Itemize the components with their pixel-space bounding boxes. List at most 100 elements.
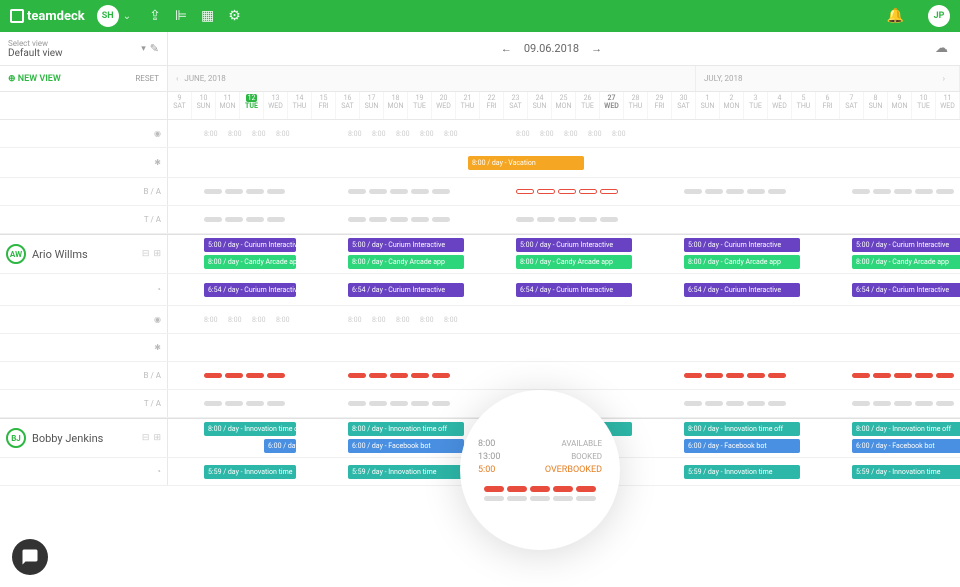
day-cell[interactable]: 6FRI [816, 92, 840, 119]
tooltip-booked-label: BOOKED [571, 452, 602, 462]
booking-bar[interactable]: 8:00 / day - Candy Arcade app [516, 255, 632, 269]
day-cell[interactable]: 7SAT [840, 92, 864, 119]
booking-bar[interactable]: 6:00 / day [264, 439, 296, 453]
chat-launcher-icon[interactable] [12, 539, 48, 575]
day-cell[interactable]: 14THU [288, 92, 312, 119]
expand-icon[interactable]: ⊞ [153, 249, 161, 259]
booking-bar[interactable]: 6:54 / day - Curium Interactive [348, 283, 464, 297]
day-cell[interactable]: 23SAT [504, 92, 528, 119]
expand-icon[interactable]: ⊞ [153, 433, 161, 443]
booking-bar[interactable]: 8:00 / day - Candy Arcade app [852, 255, 960, 269]
day-cell[interactable]: 17SUN [360, 92, 384, 119]
booking-bar[interactable]: 5:59 / day - Innovation time [852, 465, 960, 479]
month-next-icon[interactable]: › [943, 74, 945, 83]
day-cell[interactable]: 29FRI [648, 92, 672, 119]
booking-bar[interactable]: 8:00 / day - Innovation time off [348, 422, 464, 436]
person-avatar[interactable]: BJ [6, 428, 26, 448]
booking-bar[interactable]: 6:00 / day - Facebook bot [348, 439, 464, 453]
day-cell[interactable]: 5THU [792, 92, 816, 119]
booking-bar[interactable]: 6:54 / day - Curium Interactive [852, 283, 960, 297]
edit-view-icon[interactable]: ✎ [150, 42, 159, 55]
day-cell[interactable]: 11MON [216, 92, 240, 119]
booking-bar[interactable]: 6:54 / day - Curium Interactive [204, 283, 296, 297]
booking-bar[interactable]: 6:54 / day - Curium Interactive [684, 283, 800, 297]
current-date[interactable]: 09.06.2018 [524, 42, 579, 55]
export-icon[interactable]: ⇪ [149, 8, 161, 24]
booking-bar[interactable]: 5:59 / day - Innovation time [684, 465, 800, 479]
workspace-avatar[interactable]: SH [97, 5, 119, 27]
day-cell[interactable]: 28THU [624, 92, 648, 119]
vacation-bar[interactable]: 8:00 / day - Vacation [468, 156, 584, 170]
booking-bar[interactable]: 8:00 / day - Candy Arcade app [348, 255, 464, 269]
booking-bar[interactable]: 8:00 / day - Innovation time off [684, 422, 800, 436]
dropdown-icon[interactable]: ▾ [141, 44, 146, 54]
person-name[interactable]: Bobby Jenkins [32, 432, 103, 445]
booking-bar[interactable]: 5:59 / day - Innovation time [348, 465, 464, 479]
day-cell[interactable]: 3TUE [744, 92, 768, 119]
day-cell[interactable]: 10SUN [192, 92, 216, 119]
day-cell[interactable]: 9SAT [168, 92, 192, 119]
settings-icon[interactable]: ⚙ [228, 8, 241, 24]
booking-bar[interactable]: 6:54 / day - Curium Interactive [516, 283, 632, 297]
tooltip-overbooked-label: OVERBOOKED [545, 465, 602, 475]
booking-bar[interactable]: 5:00 / day - Curium Interactive [204, 238, 296, 252]
day-cell[interactable]: 19TUE [408, 92, 432, 119]
days-header: 9SAT10SUN11MON12TUE13WED14THU15FRI16SAT1… [0, 92, 960, 120]
day-cell[interactable]: 13WED [264, 92, 288, 119]
collapse-icon[interactable]: ⊟ [142, 249, 150, 259]
day-cell[interactable]: 26TUE [576, 92, 600, 119]
day-cell[interactable]: 27WED [600, 92, 624, 119]
view-selector[interactable]: Select view Default view ▾ ✎ [0, 32, 168, 66]
day-cell[interactable]: 8SUN [864, 92, 888, 119]
booking-bar[interactable]: 5:00 / day - Curium Interactive [852, 238, 960, 252]
download-icon[interactable]: ☁ [935, 41, 948, 56]
date-prev-icon[interactable]: ← [501, 42, 512, 55]
day-cell[interactable]: 30SAT [672, 92, 696, 119]
tooltip-overbooked-value: 5:00 [478, 465, 495, 475]
day-cell[interactable]: 24SUN [528, 92, 552, 119]
day-cell[interactable]: 18MON [384, 92, 408, 119]
person-avatar[interactable]: AW [6, 244, 26, 264]
person-row-ario: AW Ario Willms ⊟⊞ 5:00 / day - Curium In… [0, 234, 960, 274]
new-view-button[interactable]: ⊕ NEW VIEW [8, 74, 61, 84]
booking-bar[interactable]: 5:00 / day - Curium Interactive [684, 238, 800, 252]
day-cell[interactable]: 2MON [720, 92, 744, 119]
booking-bar[interactable]: 5:00 / day - Curium Interactive [348, 238, 464, 252]
day-cell[interactable]: 25MON [552, 92, 576, 119]
day-cell[interactable]: 11WED [936, 92, 960, 119]
user-avatar[interactable]: JP [928, 5, 950, 27]
chevron-down-icon[interactable]: ⌄ [123, 11, 131, 22]
day-cell[interactable]: 22FRI [480, 92, 504, 119]
top-nav-icons: ⇪ ⊫ ▦ ⚙ [149, 8, 241, 24]
day-cell[interactable]: 4WED [768, 92, 792, 119]
view-label: Select view [8, 39, 141, 48]
booking-bar[interactable]: 6:00 / day - Facebook bot [852, 439, 960, 453]
day-cell[interactable]: 16SAT [336, 92, 360, 119]
month-prev-icon[interactable]: ‹ [176, 74, 178, 83]
sub-bar: Select view Default view ▾ ✎ ← 09.06.201… [0, 32, 960, 66]
day-cell[interactable]: 1SUN [696, 92, 720, 119]
day-cell[interactable]: 9MON [888, 92, 912, 119]
view-value: Default view [8, 48, 141, 59]
booking-bar[interactable]: 5:00 / day - Curium Interactive [516, 238, 632, 252]
day-cell[interactable]: 21THU [456, 92, 480, 119]
booking-bar[interactable]: 8:00 / day - Candy Arcade app [684, 255, 800, 269]
booking-bar[interactable]: 8:00 / day - Innovation time off [204, 422, 296, 436]
day-cell[interactable]: 15FRI [312, 92, 336, 119]
day-cell[interactable]: 12TUE [240, 92, 264, 119]
reset-button[interactable]: RESET [135, 74, 159, 83]
date-next-icon[interactable]: → [591, 42, 602, 55]
booking-bar[interactable]: 8:00 / day - Innovation time off [852, 422, 960, 436]
day-cell[interactable]: 20WED [432, 92, 456, 119]
day-cell[interactable]: 10TUE [912, 92, 936, 119]
booking-bar[interactable]: 8:00 / day - Candy Arcade app [204, 255, 296, 269]
booking-bar[interactable]: 6:00 / day - Facebook bot [684, 439, 800, 453]
timeline-icon[interactable]: ⊫ [175, 8, 187, 24]
collapse-icon[interactable]: ⊟ [142, 433, 150, 443]
person-name[interactable]: Ario Willms [32, 248, 88, 261]
brand-logo[interactable]: teamdeck [10, 9, 85, 24]
hours-cell: 8:00 [204, 130, 218, 138]
notifications-icon[interactable]: 🔔 [887, 8, 904, 24]
booking-bar[interactable]: 5:59 / day - Innovation time [204, 465, 296, 479]
grid-icon[interactable]: ▦ [201, 8, 214, 24]
